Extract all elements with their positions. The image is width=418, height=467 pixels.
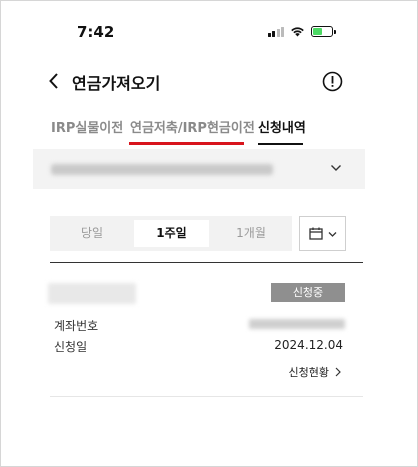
status-time: 7:42 — [77, 23, 115, 41]
account-redacted — [51, 164, 273, 175]
status-icons — [267, 26, 336, 37]
period-selector: 당일 1주일 1개월 — [50, 216, 292, 251]
item-name-redacted — [48, 283, 136, 304]
tab-pension-cash-transfer[interactable]: 연금저축/IRP현금이전 — [130, 117, 255, 136]
request-date-label: 신청일 — [54, 340, 88, 354]
wifi-icon — [291, 27, 304, 37]
status-badge: 신청중 — [271, 283, 345, 302]
battery-charging-icon — [311, 26, 336, 37]
request-date-value: 2024.12.04 — [274, 338, 343, 352]
calendar-icon — [309, 227, 323, 240]
tab-active-underline — [258, 143, 303, 145]
page-title: 연금가져오기 — [72, 74, 161, 93]
account-number-label: 계좌번호 — [54, 319, 99, 333]
section-divider — [50, 262, 363, 263]
request-status-link-label: 신청현황 — [288, 366, 329, 379]
tab-request-history[interactable]: 신청내역 — [258, 117, 306, 136]
chevron-down-icon — [331, 165, 341, 171]
period-option-1week[interactable]: 1주일 — [134, 220, 209, 247]
chevron-down-icon — [328, 232, 337, 237]
period-option-1month[interactable]: 1개월 — [210, 216, 292, 251]
tab-highlight-underline — [129, 142, 244, 145]
signal-icon — [267, 26, 284, 37]
info-circle-icon[interactable] — [322, 71, 343, 92]
chevron-left-icon[interactable] — [47, 71, 61, 91]
chevron-right-icon — [335, 367, 341, 377]
app-screen: 7:42 연금가져오기 IRP실물이전 연금저축/IRP현금이전 신청내역 당일… — [0, 0, 418, 467]
account-number-redacted — [249, 319, 345, 329]
period-option-today[interactable]: 당일 — [50, 216, 134, 251]
calendar-button[interactable] — [299, 216, 346, 251]
request-status-link[interactable]: 신청현황 — [289, 364, 341, 380]
item-divider — [50, 396, 363, 397]
tab-irp-physical-transfer[interactable]: IRP실물이전 — [51, 117, 123, 136]
account-selector[interactable] — [33, 149, 365, 189]
